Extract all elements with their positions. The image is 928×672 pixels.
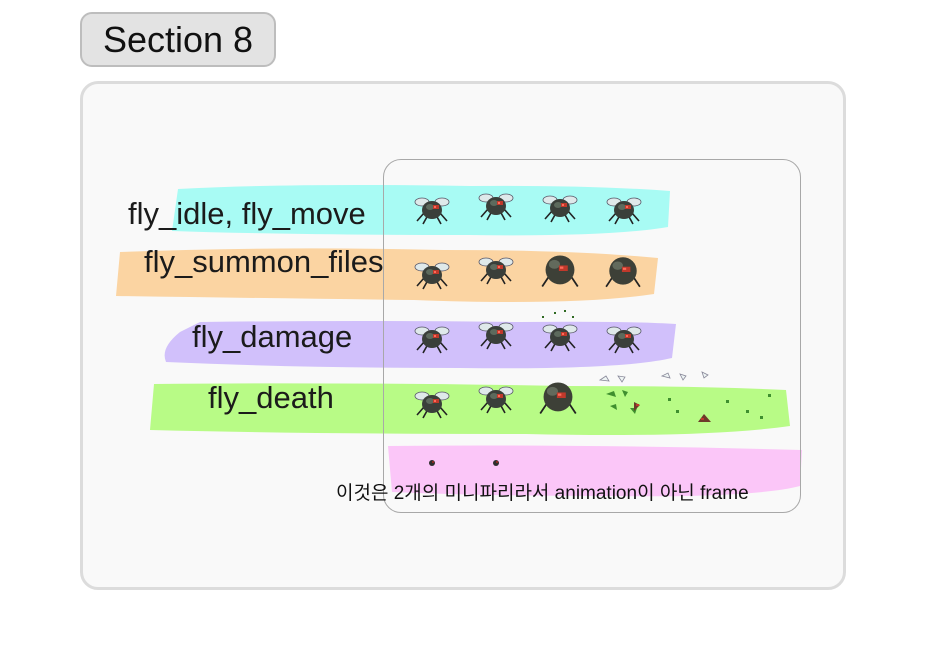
fly-death-frame-3 bbox=[539, 381, 577, 415]
fly-damage-frame-3 bbox=[542, 324, 578, 352]
fly-summon-frame-4 bbox=[605, 256, 641, 288]
section-title-tab[interactable]: Section 8 bbox=[80, 12, 276, 67]
fly-damage-frame-4 bbox=[606, 326, 642, 354]
fly-summon-frame-1 bbox=[414, 262, 450, 290]
section-title: Section 8 bbox=[102, 18, 254, 60]
fly-idle-frame-4 bbox=[606, 197, 642, 225]
fly-death-frame-4 bbox=[598, 375, 640, 414]
fly-damage-frame-1 bbox=[414, 326, 450, 354]
row-label-damage: fly_damage bbox=[192, 319, 353, 354]
row-label-summon: fly_summon_files bbox=[144, 244, 384, 279]
row-label-death: fly_death bbox=[208, 380, 334, 415]
fly-idle-frame-1 bbox=[414, 197, 450, 225]
fly-death-frame-1 bbox=[414, 391, 450, 419]
fly-idle-frame-2 bbox=[478, 193, 514, 221]
fly-death-frame-2 bbox=[478, 386, 514, 414]
row-label-idle: fly_idle, fly_move bbox=[128, 196, 366, 231]
fly-death-frame-5 bbox=[660, 371, 771, 422]
fly-damage-frame-2 bbox=[478, 322, 514, 350]
mini-fly-frame-1 bbox=[429, 460, 435, 466]
fly-summon-frame-2 bbox=[478, 257, 514, 285]
mini-fly-frame-2 bbox=[493, 460, 499, 466]
mini-fly-note: 이것은 2개의 미니파리라서 animation이 아닌 frame bbox=[336, 483, 749, 504]
fly-summon-frame-3 bbox=[541, 254, 579, 288]
damage-spark-particles bbox=[542, 310, 574, 318]
fly-idle-frame-3 bbox=[542, 195, 578, 223]
